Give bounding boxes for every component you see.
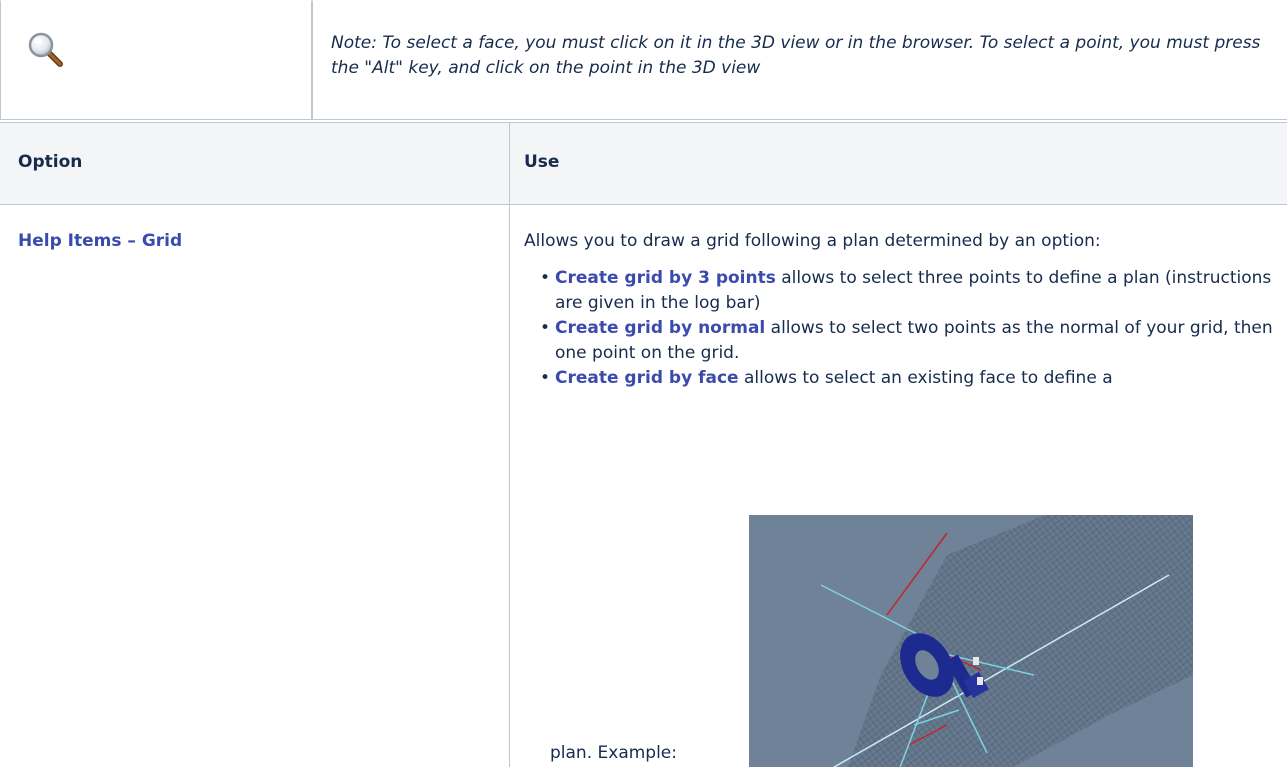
options-table: Option Use Help Items – Grid Allows you … [0,122,1287,767]
bullet-icon: • [540,318,551,338]
create-grid-by-face-link[interactable]: Create grid by face [555,368,739,388]
note-icon-cell [0,0,312,120]
grid-options-list: • Create grid by 3 points allows to sele… [524,266,1287,391]
magnifier-icon [28,32,63,67]
note-text: Note: To select a face, you must click o… [331,33,1261,78]
list-item-text: allows to select an existing face to def… [738,368,1113,388]
list-item: • Create grid by 3 points allows to sele… [538,266,1287,316]
column-header-use: Use [510,122,1287,205]
table-row-option-cell: Help Items – Grid [0,205,510,767]
use-intro-text: Allows you to draw a grid following a pl… [524,231,1101,251]
page: Note: To select a face, you must click o… [0,0,1287,767]
create-grid-by-normal-link[interactable]: Create grid by normal [555,318,765,338]
table-row-use-cell: Allows you to draw a grid following a pl… [510,205,1287,767]
example-label: plan. Example: [550,743,677,763]
bullet-icon: • [540,268,551,288]
list-item: • Create grid by face allows to select a… [538,366,1287,391]
note-text-cell: Note: To select a face, you must click o… [312,0,1287,120]
help-items-grid-link[interactable]: Help Items – Grid [18,231,182,251]
list-item: • Create grid by normal allows to select… [538,316,1287,366]
column-header-option: Option [0,122,510,205]
example-row: plan. Example: [550,515,1287,767]
grid-example-image [749,515,1193,767]
create-grid-by-3-points-link[interactable]: Create grid by 3 points [555,268,776,288]
bullet-icon: • [540,368,551,388]
